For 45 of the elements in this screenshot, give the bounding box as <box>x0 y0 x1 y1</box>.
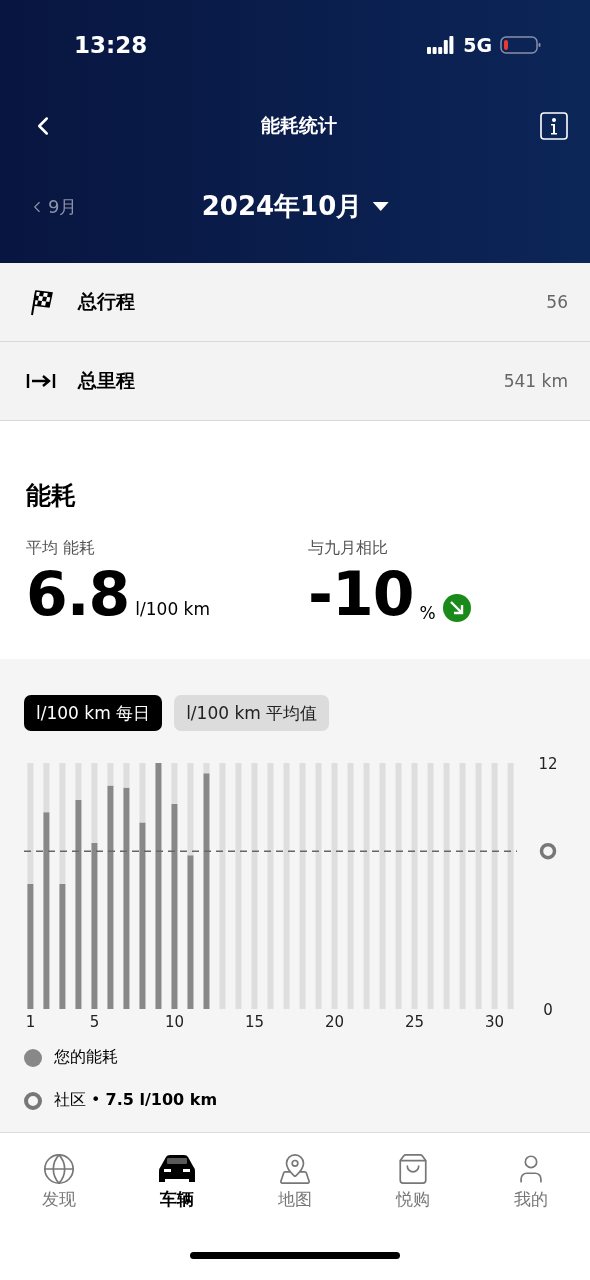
axis-label: 5 <box>89 1013 100 1031</box>
chart-tab[interactable]: l/100 km 平均值 <box>174 695 330 731</box>
axis-label: 30 <box>485 1013 505 1031</box>
axis-label: 1 <box>25 1013 36 1031</box>
tab-bar-item[interactable]: 地图 <box>236 1151 354 1212</box>
status-time: 13:28 <box>74 32 149 58</box>
axis-label: 15 <box>244 1013 265 1031</box>
summary-value: 56 <box>546 292 568 312</box>
chart-tab[interactable]: l/100 km 每日 <box>24 695 163 731</box>
tab-bar-item[interactable]: 车辆 <box>118 1151 236 1212</box>
previous-month-link[interactable]: 9月 <box>28 194 78 219</box>
month-selector[interactable]: 2024年10月 <box>201 189 389 224</box>
stat-label: 与九月相比 <box>308 538 389 559</box>
average-marker <box>539 842 557 860</box>
globe-icon <box>42 1152 76 1186</box>
arrow-between-bars-icon <box>26 371 56 391</box>
network-label: 5G <box>463 34 492 56</box>
info-icon[interactable] <box>540 112 568 140</box>
axis-label: 12 <box>538 755 558 773</box>
caret-icon <box>372 201 389 212</box>
section-title: 能耗 <box>26 480 77 512</box>
summary-label: 总里程 <box>78 368 136 393</box>
summary-label: 总行程 <box>78 289 136 314</box>
stat-unit: l/100 km <box>135 599 210 619</box>
stat-value: -10 <box>308 559 414 629</box>
axis-label: 0 <box>543 1001 553 1019</box>
axis-label: 20 <box>325 1013 345 1031</box>
stat-label: 平均 能耗 <box>26 538 97 559</box>
shopping-bag-icon <box>396 1152 430 1186</box>
legend-ring-icon <box>24 1091 42 1110</box>
battery-icon <box>500 35 542 55</box>
map-icon <box>278 1152 312 1186</box>
stat-value: 6.8 <box>26 559 130 629</box>
axis-label: 25 <box>405 1013 425 1031</box>
stat-unit: % <box>419 603 436 623</box>
signal-icon <box>427 35 456 55</box>
tab-bar-item[interactable]: 悦购 <box>354 1151 472 1212</box>
summary-value: 541 km <box>503 371 568 391</box>
legend-dot-icon <box>24 1048 42 1067</box>
page-title: 能耗统计 <box>260 113 338 138</box>
legend-label: 您的能耗 <box>54 1047 118 1068</box>
tab-bar-item[interactable]: 我的 <box>472 1151 590 1212</box>
legend-label: 社区 • 7.5 l/100 km <box>54 1090 218 1111</box>
axis-label: 10 <box>164 1013 184 1031</box>
tab-bar-item[interactable]: 发现 <box>0 1151 118 1212</box>
